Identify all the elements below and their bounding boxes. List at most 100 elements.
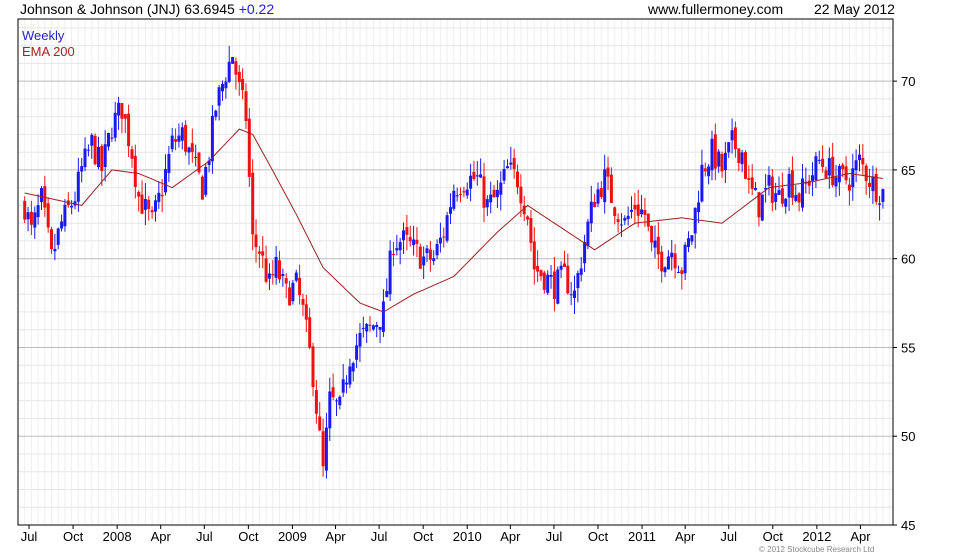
- candle-body: [97, 146, 100, 168]
- candle-body: [449, 207, 452, 214]
- candle-body: [475, 175, 479, 177]
- candle-body: [331, 387, 335, 398]
- candle-body: [502, 169, 506, 181]
- candle-body: [335, 400, 338, 402]
- x-tick-label: 2009: [278, 529, 307, 544]
- candle-body: [23, 200, 27, 220]
- candle-body: [563, 263, 566, 267]
- x-tick-label: 2010: [453, 529, 482, 544]
- candle-body: [499, 182, 503, 195]
- candle-body: [797, 193, 801, 203]
- candle-body: [606, 167, 610, 177]
- candle-body: [385, 291, 389, 298]
- candle-body: [107, 132, 110, 147]
- x-tick-label: Oct: [413, 529, 434, 544]
- candle-body: [811, 175, 814, 181]
- candle-body: [687, 238, 690, 248]
- candle-body: [408, 237, 412, 242]
- candle-body: [750, 177, 754, 189]
- candle-body: [398, 242, 402, 251]
- candle-body: [542, 272, 546, 290]
- candle-body: [50, 229, 53, 250]
- candle-body: [100, 145, 104, 172]
- candle-body: [492, 189, 496, 198]
- candle-body: [589, 201, 593, 224]
- candle-body: [224, 81, 228, 89]
- candle-body: [770, 176, 774, 203]
- candle-body: [599, 188, 603, 197]
- candle-body: [154, 200, 157, 212]
- candle-body: [133, 155, 137, 187]
- candle-body: [184, 124, 188, 152]
- candle-body: [301, 299, 305, 305]
- candle-body: [395, 248, 399, 251]
- candle-body: [418, 246, 422, 269]
- x-tick-label: 2012: [802, 529, 831, 544]
- candle-body: [878, 203, 882, 205]
- candle-body: [576, 273, 580, 289]
- candle-body: [462, 191, 466, 193]
- candle-body: [264, 258, 268, 282]
- x-tick-label: Oct: [238, 529, 259, 544]
- candle-body: [586, 221, 590, 247]
- x-axis-ticks: Jul Oct 2008 Apr Jul Oct 2009 Apr Jul Oct 2010 Apr J…: [21, 525, 871, 544]
- candle-body: [814, 156, 818, 180]
- candle-body: [824, 170, 828, 178]
- candle-body: [626, 215, 630, 219]
- candle-body: [392, 254, 395, 256]
- candle-body: [506, 166, 509, 169]
- candle-body: [110, 137, 114, 139]
- candle-body: [516, 171, 519, 188]
- x-tick-label: Oct: [63, 529, 84, 544]
- candle-body: [482, 176, 486, 208]
- candle-body: [160, 194, 164, 197]
- candle-body: [767, 175, 771, 186]
- candle-body: [174, 139, 178, 142]
- candle-body: [341, 379, 345, 393]
- candle-body: [619, 224, 623, 226]
- candle-body: [415, 239, 419, 244]
- candle-body: [348, 366, 352, 385]
- candle-body: [844, 166, 848, 181]
- candle-body: [438, 237, 442, 244]
- candle-body: [328, 391, 332, 429]
- candle-body: [650, 226, 654, 243]
- candle-body: [130, 149, 134, 159]
- candle-body: [103, 144, 107, 167]
- legend-weekly: Weekly: [22, 28, 65, 43]
- candle-body: [284, 278, 288, 284]
- x-tick-label: Oct: [588, 529, 609, 544]
- candle-body: [80, 166, 84, 172]
- candle-body: [489, 194, 493, 203]
- candle-body: [579, 268, 583, 275]
- candle-body: [143, 199, 147, 210]
- candle-body: [465, 189, 469, 196]
- candle-body: [707, 166, 711, 177]
- candle-body: [76, 171, 80, 202]
- candle-body: [512, 157, 516, 169]
- candle-body: [445, 215, 449, 241]
- candle-body: [137, 192, 141, 197]
- candle-body: [304, 304, 308, 320]
- candle-body: [351, 363, 355, 372]
- candle-body: [217, 87, 221, 106]
- candle-body: [472, 171, 476, 179]
- candle-body: [774, 193, 778, 202]
- candle-body: [861, 158, 865, 165]
- candle-body: [83, 148, 87, 168]
- candle-body: [787, 173, 791, 198]
- candle-body: [278, 260, 281, 280]
- x-tick-label: Jul: [196, 529, 213, 544]
- candle-body: [254, 234, 258, 248]
- candle-body: [267, 273, 271, 279]
- candle-body: [697, 202, 701, 213]
- candle-body: [519, 186, 523, 204]
- candle-body: [485, 199, 489, 208]
- candle-body: [479, 174, 483, 178]
- candle-body: [690, 235, 694, 242]
- candle-body: [747, 178, 751, 180]
- candle-body: [858, 154, 861, 161]
- y-tick-label: 65: [901, 163, 915, 178]
- candle-body: [851, 168, 855, 188]
- x-tick-label: Jul: [720, 529, 737, 544]
